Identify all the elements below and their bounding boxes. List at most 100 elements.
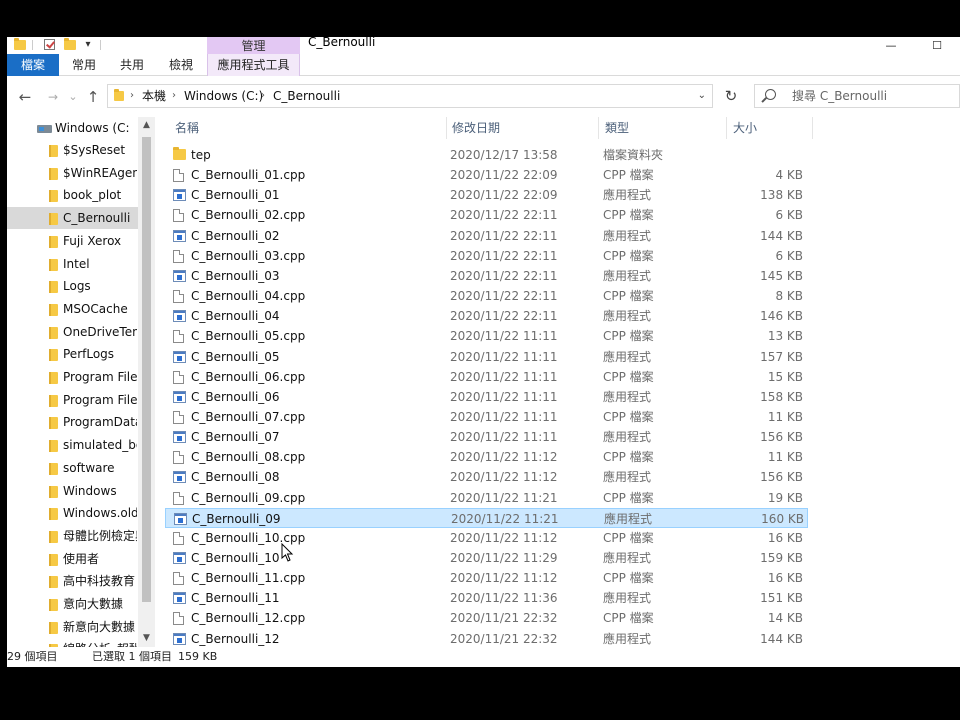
file-row[interactable]: C_Bernoulli_07 2020/11/22 11:11 應用程式 156 KB <box>165 427 808 447</box>
column-header-name[interactable]: 名稱 <box>175 117 199 139</box>
column-header-date[interactable]: 修改日期 <box>452 117 500 139</box>
file-row[interactable]: C_Bernoulli_09 2020/11/22 11:21 應用程式 160 KB <box>165 507 808 528</box>
nav-item-label: $SysReset <box>63 143 126 157</box>
file-row[interactable]: C_Bernoulli_01.cpp 2020/11/22 22:09 CPP 檔案… <box>165 165 808 185</box>
nav-folder-item[interactable]: simulated_boo <box>7 434 155 456</box>
folder-icon[interactable] <box>13 37 27 51</box>
properties-check-icon[interactable] <box>42 38 56 51</box>
nav-folder-item[interactable]: Intel <box>7 253 155 275</box>
up-arrow-icon[interactable]: ↑ <box>83 87 103 107</box>
nav-folder-item[interactable]: $SysReset <box>7 139 155 161</box>
quick-access-dropdown-icon[interactable]: ▾ <box>81 38 95 51</box>
new-folder-icon[interactable] <box>63 37 77 51</box>
file-row[interactable]: C_Bernoulli_08.cpp 2020/11/22 11:12 CPP 檔案… <box>165 447 808 467</box>
nav-folder-item[interactable]: 使用者 <box>7 548 155 570</box>
file-row[interactable]: C_Bernoulli_10 2020/11/22 11:29 應用程式 159 KB <box>165 548 808 568</box>
file-row[interactable]: C_Bernoulli_07.cpp 2020/11/22 11:11 CPP 檔案… <box>165 407 808 427</box>
nav-folder-item[interactable]: book_plot <box>7 184 155 206</box>
drive-icon <box>37 125 52 133</box>
column-divider[interactable] <box>598 117 599 139</box>
file-name: C_Bernoulli_09.cpp <box>191 490 306 505</box>
column-header-type[interactable]: 類型 <box>605 117 629 139</box>
column-divider[interactable] <box>726 117 727 139</box>
ribbon-tab-bar: 檔案 常用 共用 檢視 應用程式工具 <box>7 54 960 76</box>
file-type: 應用程式 <box>603 389 652 404</box>
file-row[interactable]: C_Bernoulli_12.cpp 2020/11/21 22:32 CPP 檔案… <box>165 608 808 628</box>
nav-folder-item[interactable]: Windows.old <box>7 502 155 524</box>
nav-folder-item[interactable]: Fuji Xerox <box>7 230 155 252</box>
address-dropdown-icon[interactable]: ⌄ <box>698 85 706 107</box>
breadcrumb-separator-icon[interactable]: › <box>130 85 134 107</box>
tab-share[interactable]: 共用 <box>111 54 153 76</box>
file-row[interactable]: C_Bernoulli_03 2020/11/22 22:11 應用程式 145 KB <box>165 266 808 286</box>
nav-folder-item[interactable]: 線路分析_報酬 <box>7 638 155 647</box>
nav-folder-item[interactable]: Logs <box>7 275 155 297</box>
nav-folder-item[interactable]: Windows <box>7 480 155 502</box>
nav-item-label: simulated_boo <box>63 438 137 453</box>
folder-icon <box>49 417 58 430</box>
file-row[interactable]: C_Bernoulli_04 2020/11/22 22:11 應用程式 146 KB <box>165 306 808 326</box>
breadcrumb-this-pc[interactable]: 本機 <box>142 85 166 107</box>
tab-file[interactable]: 檔案 <box>7 54 59 76</box>
nav-folder-item[interactable]: ProgramData <box>7 411 155 433</box>
column-divider[interactable] <box>446 117 447 139</box>
maximize-button[interactable]: ☐ <box>914 37 960 54</box>
forward-arrow-icon[interactable]: → <box>43 87 63 107</box>
minimize-button[interactable]: — <box>868 37 914 54</box>
file-row[interactable]: C_Bernoulli_02 2020/11/22 22:11 應用程式 144 KB <box>165 226 808 246</box>
breadcrumb-separator-icon[interactable]: › <box>172 85 176 107</box>
file-row[interactable]: C_Bernoulli_02.cpp 2020/11/22 22:11 CPP 檔案… <box>165 205 808 225</box>
scroll-thumb[interactable] <box>142 137 151 602</box>
file-row[interactable]: C_Bernoulli_05.cpp 2020/11/22 11:11 CPP 檔案… <box>165 326 808 346</box>
file-type: CPP 檔案 <box>603 369 654 384</box>
nav-scrollbar[interactable]: ▲ ▼ <box>138 117 155 647</box>
file-type: 應用程式 <box>603 349 652 364</box>
breadcrumb-c-bernoulli[interactable]: C_Bernoulli <box>273 85 340 107</box>
file-type: CPP 檔案 <box>603 329 654 344</box>
nav-folder-item[interactable]: 高中科技教育 <box>7 570 155 592</box>
file-row[interactable]: tep 2020/12/17 13:58 檔案資料夾 <box>165 145 808 165</box>
breadcrumb-separator-icon[interactable]: › <box>261 85 265 107</box>
nav-folder-item[interactable]: software <box>7 457 155 479</box>
file-row[interactable]: C_Bernoulli_04.cpp 2020/11/22 22:11 CPP 檔案… <box>165 286 808 306</box>
search-box[interactable]: 搜尋 C_Bernoulli <box>754 84 960 108</box>
file-row[interactable]: C_Bernoulli_09.cpp 2020/11/22 11:21 CPP 檔案… <box>165 488 808 508</box>
nav-folder-item[interactable]: Program Files <box>7 366 155 388</box>
nav-folder-item[interactable]: PerfLogs <box>7 343 155 365</box>
file-row[interactable]: C_Bernoulli_12 2020/11/21 22:32 應用程式 144 KB <box>165 629 808 647</box>
file-date: 2020/11/22 11:36 <box>450 591 558 606</box>
column-header-size[interactable]: 大小 <box>733 117 757 139</box>
tab-view[interactable]: 檢視 <box>160 54 202 76</box>
column-divider[interactable] <box>812 117 813 139</box>
file-row[interactable]: C_Bernoulli_10.cpp 2020/11/22 11:12 CPP 檔案… <box>165 528 808 548</box>
nav-folder-item[interactable]: 母體比例檢定與 <box>7 525 155 547</box>
file-row[interactable]: C_Bernoulli_08 2020/11/22 11:12 應用程式 156 KB <box>165 467 808 487</box>
nav-folder-item[interactable]: Program Files <box>7 389 155 411</box>
nav-folder-item[interactable]: C_Bernoulli <box>7 207 155 230</box>
tab-home[interactable]: 常用 <box>63 54 105 76</box>
application-icon <box>173 471 186 484</box>
nav-drive-windows-c[interactable]: Windows (C:) <box>7 117 155 139</box>
breadcrumb-windows-c[interactable]: Windows (C:) <box>184 85 263 107</box>
scroll-down-icon[interactable]: ▼ <box>138 630 155 647</box>
nav-folder-item[interactable]: 新意向大數據 <box>7 616 155 638</box>
document-icon <box>173 249 184 263</box>
file-row[interactable]: C_Bernoulli_05 2020/11/22 11:11 應用程式 157 KB <box>165 347 808 367</box>
nav-folder-item[interactable]: OneDriveTem <box>7 321 155 343</box>
file-row[interactable]: C_Bernoulli_03.cpp 2020/11/22 22:11 CPP 檔案… <box>165 246 808 266</box>
file-row[interactable]: C_Bernoulli_11 2020/11/22 11:36 應用程式 151 KB <box>165 588 808 608</box>
tab-application-tools[interactable]: 應用程式工具 <box>207 54 300 76</box>
refresh-icon[interactable]: ↻ <box>719 84 743 108</box>
back-arrow-icon[interactable]: ← <box>15 87 35 107</box>
file-row[interactable]: C_Bernoulli_01 2020/11/22 22:09 應用程式 138 KB <box>165 185 808 205</box>
nav-item-label: software <box>63 460 115 475</box>
nav-folder-item[interactable]: 意向大數據 <box>7 593 155 615</box>
nav-folder-item[interactable]: $WinREAgent <box>7 162 155 184</box>
file-row[interactable]: C_Bernoulli_06 2020/11/22 11:11 應用程式 158 KB <box>165 387 808 407</box>
nav-folder-item[interactable]: MSOCache <box>7 298 155 320</box>
file-row[interactable]: C_Bernoulli_11.cpp 2020/11/22 11:12 CPP 檔案… <box>165 568 808 588</box>
file-row[interactable]: C_Bernoulli_06.cpp 2020/11/22 11:11 CPP 檔案… <box>165 367 808 387</box>
scroll-up-icon[interactable]: ▲ <box>138 117 155 134</box>
recent-locations-chevron-icon[interactable]: ⌄ <box>63 87 83 107</box>
address-bar[interactable]: › 本機 › Windows (C:) › C_Bernoulli ⌄ <box>107 84 713 108</box>
